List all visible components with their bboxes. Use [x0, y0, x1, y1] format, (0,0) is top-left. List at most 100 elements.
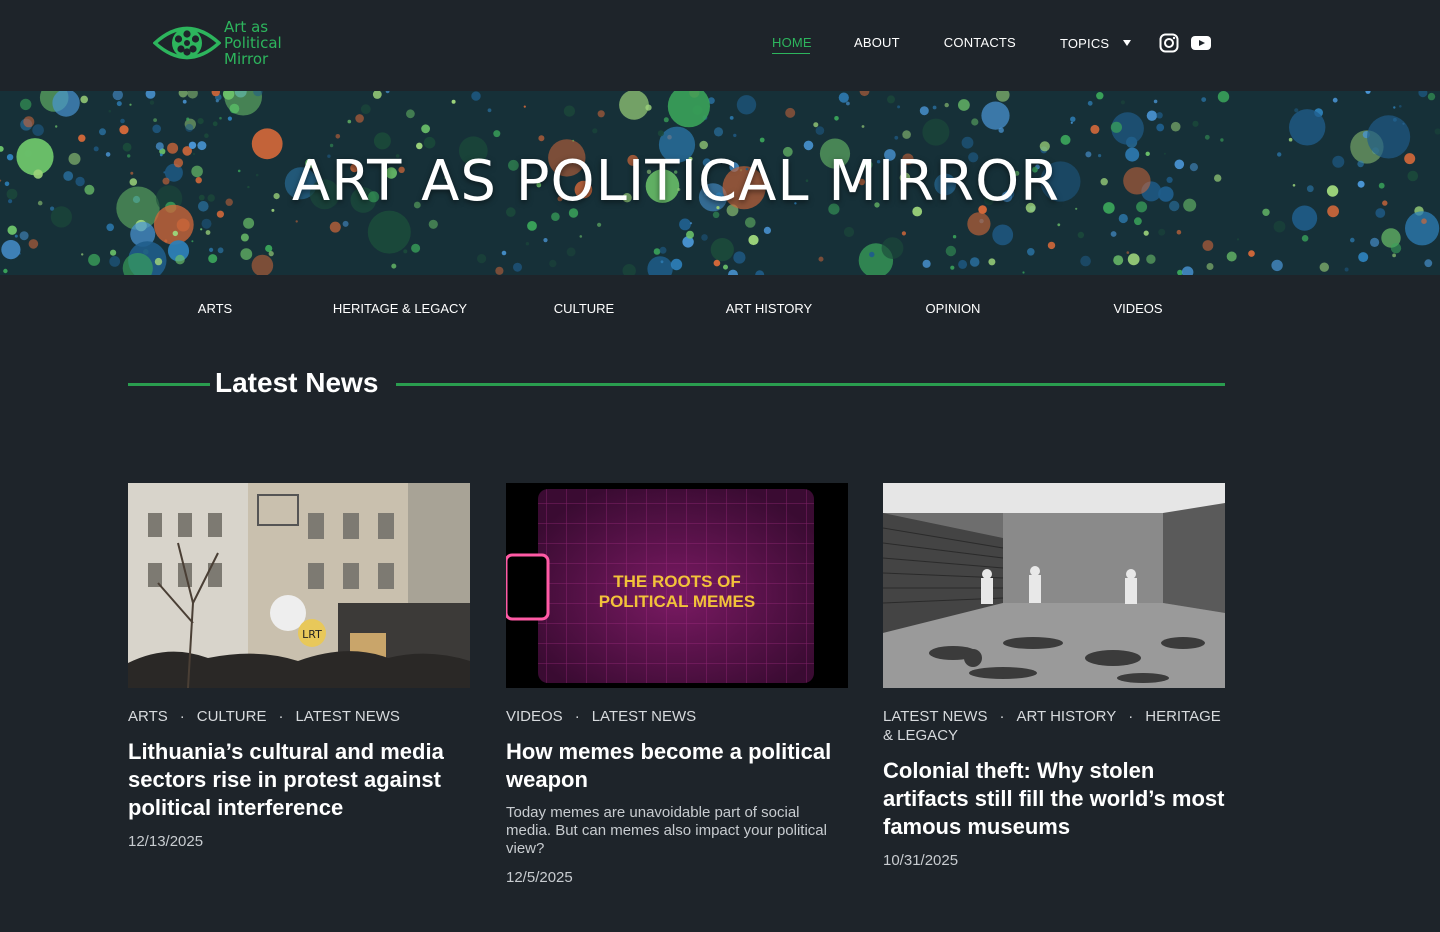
paint-splatter-dot — [1126, 251, 1130, 254]
paint-splatter-dot — [922, 259, 931, 268]
paint-splatter-dot — [1134, 217, 1142, 226]
category-videos[interactable]: VIDEOS — [1113, 301, 1162, 316]
paint-splatter-dot — [1357, 160, 1364, 168]
category-culture[interactable]: CULTURE — [554, 301, 614, 316]
tag-link[interactable]: LATEST NEWS — [295, 708, 399, 725]
paint-splatter-dot — [23, 116, 35, 128]
paint-splatter-dot — [988, 258, 996, 266]
category-arts[interactable]: ARTS — [198, 301, 232, 316]
logo-line: Political — [224, 34, 282, 52]
svg-text:LRT: LRT — [302, 628, 322, 641]
paint-splatter-dot — [217, 247, 224, 254]
paint-splatter-dot — [1204, 134, 1210, 140]
nav-home[interactable]: HOME — [772, 34, 812, 54]
tag-link[interactable]: VIDEOS — [506, 708, 563, 725]
paint-splatter-dot — [1201, 97, 1207, 102]
paint-splatter-dot — [240, 248, 253, 260]
article-card[interactable]: LATEST NEWS · ART HISTORY · HERITAGE & LEGAC… — [883, 483, 1225, 869]
paint-splatter-dot — [1087, 100, 1093, 106]
paint-splatter-dot — [663, 117, 669, 123]
paint-splatter-dot — [391, 263, 397, 269]
paint-splatter-dot — [919, 106, 929, 116]
paint-splatter-dot — [411, 243, 421, 253]
paint-splatter-dot — [493, 130, 501, 138]
paint-splatter-dot — [950, 265, 955, 270]
youtube-icon[interactable] — [1191, 35, 1211, 51]
paint-splatter-dot — [1271, 259, 1283, 272]
tag-link[interactable]: CULTURE — [197, 708, 267, 725]
category-bar: ARTS HERITAGE & LEGACY CULTURE ART HISTO… — [0, 301, 1440, 321]
paint-splatter-dot — [1301, 235, 1309, 242]
paint-splatter-dot — [191, 240, 194, 243]
paint-splatter-dot — [495, 266, 504, 275]
article-thumbnail-protest[interactable]: LRT — [128, 483, 470, 688]
paint-splatter-dot — [592, 128, 598, 134]
social-links — [1159, 33, 1211, 53]
paint-splatter-dot — [1110, 121, 1122, 133]
article-date: 12/5/2025 — [506, 869, 573, 886]
nav-topics-dropdown[interactable]: TOPICS — [1060, 34, 1132, 54]
tag-link[interactable]: LATEST NEWS — [883, 708, 987, 725]
paint-splatter-dot — [175, 254, 185, 265]
paint-splatter-dot — [172, 230, 178, 237]
paint-splatter-dot — [1367, 115, 1411, 159]
paint-splatter-dot — [19, 231, 29, 241]
paint-splatter-dot — [182, 99, 187, 104]
paint-splatter-dot — [3, 268, 8, 274]
paint-splatter-dot — [373, 132, 391, 150]
paint-splatter-dot — [597, 110, 605, 118]
paint-splatter-dot — [1146, 110, 1158, 121]
paint-splatter-dot — [1090, 124, 1100, 134]
paint-splatter-dot — [713, 127, 724, 137]
paint-splatter-dot — [818, 256, 824, 262]
paint-splatter-dot — [219, 116, 222, 120]
paint-splatter-dot — [451, 99, 456, 104]
paint-splatter-dot — [967, 212, 991, 236]
tag-link[interactable]: LATEST NEWS — [592, 708, 696, 725]
article-thumbnail-memes-video[interactable]: THE ROOTS OF POLITICAL MEMES — [506, 483, 848, 688]
article-thumbnail-colonial-artifacts[interactable] — [883, 483, 1225, 688]
nav-about[interactable]: ABOUT — [854, 34, 900, 54]
article-date: 12/13/2025 — [128, 833, 204, 850]
paint-splatter-dot — [1407, 170, 1419, 182]
paint-splatter-dot — [428, 219, 438, 229]
paint-splatter-dot — [1226, 251, 1237, 262]
paint-splatter-dot — [1319, 262, 1330, 272]
paint-splatter-dot — [88, 253, 101, 266]
paint-splatter-dot — [129, 103, 132, 106]
paint-splatter-dot — [201, 218, 212, 229]
article-title[interactable]: How memes become a political weapon — [506, 738, 848, 794]
instagram-icon[interactable] — [1159, 33, 1179, 53]
article-title[interactable]: Colonial theft: Why stolen artifacts sti… — [883, 757, 1225, 841]
tag-link[interactable]: ART HISTORY — [1016, 708, 1116, 725]
article-card[interactable]: THE ROOTS OF POLITICAL MEMES VIDEOS · LATE… — [506, 483, 848, 886]
paint-splatter-dot — [403, 249, 408, 254]
paint-splatter-dot — [227, 116, 232, 121]
category-art-history[interactable]: ART HISTORY — [726, 301, 812, 316]
paint-splatter-dot — [204, 133, 209, 138]
category-heritage-legacy[interactable]: HERITAGE & LEGACY — [333, 301, 467, 316]
article-card[interactable]: LRT ARTS · CULTURE · LATEST NEWS Lithuania’s… — [128, 483, 470, 850]
paint-splatter-dot — [881, 237, 904, 259]
article-title[interactable]: Lithuania’s cultural and media sectors r… — [128, 738, 470, 822]
paint-splatter-dot — [523, 105, 526, 108]
paint-splatter-dot — [215, 99, 219, 103]
site-logo[interactable]: Art as Political Mirror — [153, 19, 304, 67]
paint-splatter-dot — [1202, 240, 1214, 251]
hero-banner: ART AS POLITICAL MIRROR — [0, 91, 1440, 275]
separator-dot: · — [1128, 708, 1134, 725]
paint-splatter-dot — [1375, 208, 1386, 218]
paint-splatter-dot — [1120, 100, 1125, 105]
paint-splatter-dot — [1022, 271, 1025, 274]
paint-splatter-dot — [1404, 153, 1416, 165]
tag-link[interactable]: ARTS — [128, 708, 168, 725]
nav-contacts[interactable]: CONTACTS — [944, 34, 1016, 54]
paint-splatter-dot — [1127, 253, 1140, 266]
paint-splatter-dot — [347, 119, 352, 124]
category-opinion[interactable]: OPINION — [926, 301, 981, 316]
paint-splatter-dot — [1378, 182, 1385, 189]
paint-splatter-dot — [902, 130, 911, 139]
paint-splatter-dot — [1156, 112, 1163, 119]
paint-splatter-dot — [1027, 248, 1035, 256]
thumbnail-caption: THE ROOTS OF — [613, 572, 741, 591]
